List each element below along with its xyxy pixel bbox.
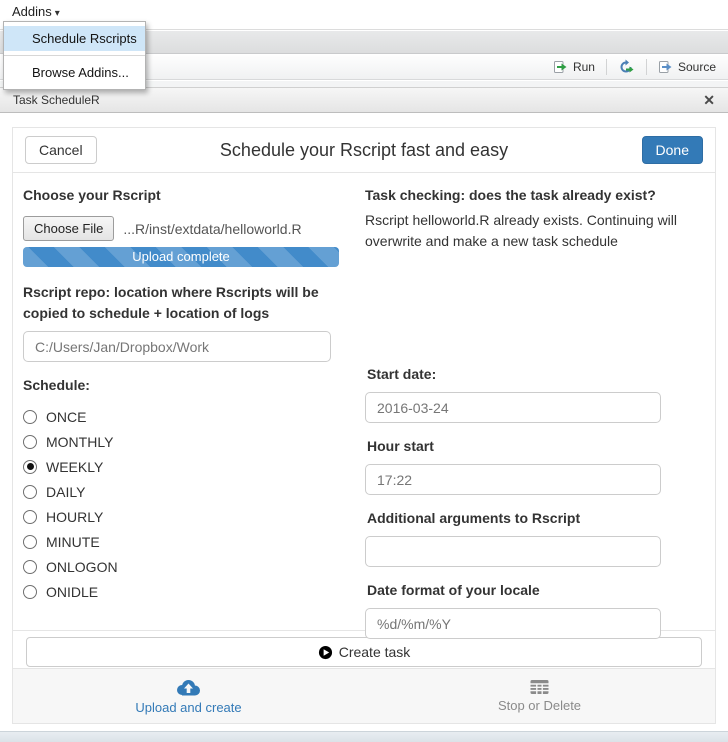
radio-label: ONCE [46,408,87,425]
gadget-panel-title: Task ScheduleR [13,93,100,107]
cancel-button[interactable]: Cancel [25,136,97,164]
gadget-title-bar: Cancel Schedule your Rscript fast and ea… [13,128,715,173]
repo-path-input[interactable] [23,331,331,362]
start-date-input[interactable] [365,392,661,423]
addins-menu-button[interactable]: Addins ▾ [8,2,64,21]
radio-icon[interactable] [23,584,37,599]
radio-label: MINUTE [46,533,100,550]
hour-start-field-group: Hour start [365,436,705,495]
run-button[interactable]: Run [549,57,599,77]
rerun-icon [620,59,634,73]
menu-item-browse-addins[interactable]: Browse Addins... [4,60,145,85]
radio-label: ONIDLE [46,583,99,600]
radio-option-onlogon[interactable]: ONLOGON [23,554,355,579]
radio-icon[interactable] [23,559,37,574]
radio-option-onidle[interactable]: ONIDLE [23,579,355,604]
schedule-fields: Start date: Hour start Additional argume… [365,364,705,639]
radio-icon[interactable] [23,409,37,424]
tab-stop-or-delete[interactable]: Stop or Delete [364,669,715,723]
radio-option-daily[interactable]: DAILY [23,479,355,504]
gadget-main-panel: Cancel Schedule your Rscript fast and ea… [12,127,716,675]
gadget-content: Choose your Rscript Choose File ...R/ins… [13,173,715,639]
radio-option-monthly[interactable]: MONTHLY [23,429,355,454]
extra-args-field-group: Additional arguments to Rscript [365,508,705,567]
radio-option-minute[interactable]: MINUTE [23,529,355,554]
toolbar-separator [605,59,607,75]
gadget-title: Schedule your Rscript fast and easy [219,139,509,160]
radio-label: DAILY [46,483,86,500]
upload-progress-bar: Upload complete [23,247,339,267]
tab-label: Upload and create [135,699,242,715]
choose-rscript-heading: Choose your Rscript [23,187,161,203]
table-icon [530,680,549,694]
task-scheduler-gadget: Cancel Schedule your Rscript fast and ea… [0,113,728,731]
run-icon [553,61,567,73]
start-date-label: Start date: [367,366,437,382]
radio-icon[interactable] [23,434,37,449]
date-format-field-group: Date format of your locale [365,580,705,639]
tab-label: Stop or Delete [497,698,582,713]
task-check-text: Rscript helloworld.R already exists. Con… [365,212,678,249]
upload-progress: Upload complete [23,247,339,267]
tab-upload-and-create[interactable]: Upload and create [13,669,364,723]
right-column: Task checking: does the task already exi… [355,185,705,639]
cloud-upload-icon [177,679,200,695]
create-task-button[interactable]: Create task [26,637,702,667]
create-task-label: Create task [338,644,411,660]
date-format-input[interactable] [365,608,661,639]
choose-file-button[interactable]: Choose File [23,216,115,241]
radio-icon[interactable] [23,509,37,524]
addins-dropdown-menu: Schedule Rscripts Browse Addins... [3,21,146,90]
close-icon[interactable]: ✕ [703,93,715,107]
file-input-row: Choose File ...R/inst/extdata/helloworld… [23,216,355,241]
hour-start-input[interactable] [365,464,661,495]
repo-heading: Rscript repo: location where Rscripts wi… [23,284,319,321]
footer-tabstrip: Upload and create Stop or Delete [12,668,716,724]
menu-item-schedule-rscripts[interactable]: Schedule Rscripts [4,26,145,51]
radio-icon[interactable] [23,459,37,474]
radio-icon[interactable] [23,484,37,499]
radio-option-hourly[interactable]: HOURLY [23,504,355,529]
start-date-field-group: Start date: [365,364,705,423]
left-column: Choose your Rscript Choose File ...R/ins… [23,185,355,630]
schedule-heading: Schedule: [23,377,90,393]
menu-separator [4,55,145,56]
schedule-radio-group: ONCE MONTHLY WEEKLY DAILY HOURLY MINUTE … [23,404,355,604]
radio-label: WEEKLY [46,458,104,475]
radio-label: HOURLY [46,508,104,525]
radio-option-weekly[interactable]: WEEKLY [23,454,355,479]
rerun-button[interactable] [614,57,639,77]
task-check-heading: Task checking: does the task already exi… [365,187,656,203]
caret-down-icon: ▾ [54,8,60,19]
source-button-label: Source [677,60,716,74]
run-button-label: Run [572,60,595,74]
toolbar-separator [645,59,647,75]
radio-label: ONLOGON [46,558,118,575]
selected-file-name: ...R/inst/extdata/helloworld.R [123,220,302,237]
extra-args-input[interactable] [365,536,661,567]
source-icon [658,61,672,73]
window-bottom-strip [0,731,728,742]
play-icon [318,645,332,659]
source-button[interactable]: Source [654,57,720,77]
radio-icon[interactable] [23,534,37,549]
addins-menu-label: Addins [12,4,52,19]
extra-args-label: Additional arguments to Rscript [367,510,581,526]
hour-start-label: Hour start [367,438,434,454]
date-format-label: Date format of your locale [367,582,540,598]
radio-label: MONTHLY [46,433,114,450]
done-button[interactable]: Done [641,136,703,164]
gadget-panel-header: Task ScheduleR ✕ [0,87,728,113]
radio-option-once[interactable]: ONCE [23,404,355,429]
